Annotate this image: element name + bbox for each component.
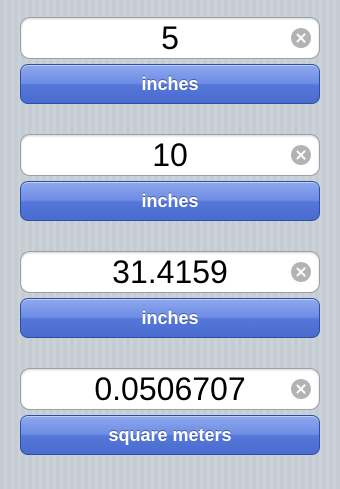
value-text-1[interactable]: 5 <box>21 18 285 58</box>
clear-icon[interactable] <box>291 262 311 282</box>
value-field-1[interactable]: 5 <box>20 17 320 59</box>
value-field-4[interactable]: 0.0506707 <box>20 368 320 410</box>
conversion-row-3: 31.4159 inches <box>20 251 320 338</box>
unit-button-1[interactable]: inches <box>20 64 320 104</box>
unit-button-2[interactable]: inches <box>20 181 320 221</box>
unit-button-4[interactable]: square meters <box>20 415 320 455</box>
conversion-row-2: 10 inches <box>20 134 320 221</box>
value-text-4[interactable]: 0.0506707 <box>21 369 285 409</box>
value-field-3[interactable]: 31.4159 <box>20 251 320 293</box>
value-text-2[interactable]: 10 <box>21 135 285 175</box>
conversion-row-4: 0.0506707 square meters <box>20 368 320 455</box>
unit-button-3[interactable]: inches <box>20 298 320 338</box>
value-field-2[interactable]: 10 <box>20 134 320 176</box>
clear-icon[interactable] <box>291 379 311 399</box>
clear-icon[interactable] <box>291 28 311 48</box>
conversion-row-1: 5 inches <box>20 17 320 104</box>
value-text-3[interactable]: 31.4159 <box>21 252 285 292</box>
clear-icon[interactable] <box>291 145 311 165</box>
